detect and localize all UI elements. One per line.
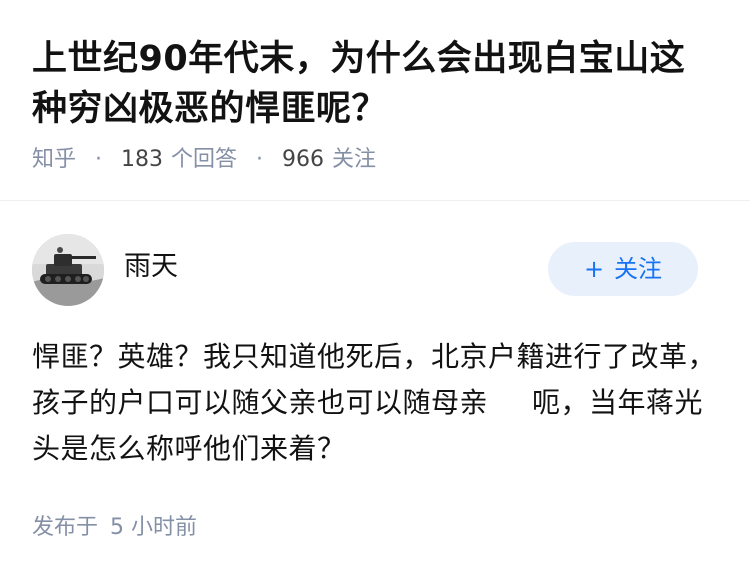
question-meta: 知乎 · 183 个回答 · 966 关注 [32, 144, 376, 176]
follow-count: 966 [282, 147, 325, 172]
publish-time-value: 5 小时前 [110, 515, 198, 540]
author-name[interactable]: 雨天 [124, 248, 178, 286]
follow-button-label: 关注 [614, 255, 663, 283]
publish-time: 发布于 5 小时前 [32, 512, 197, 544]
follow-count-label[interactable]: 关注 [332, 147, 376, 172]
answer-content[interactable]: 悍匪？英雄？我只知道他死后，北京户籍进行了改革，孩子的户口可以随父亲也可以随母亲… [32, 334, 722, 472]
avatar[interactable] [32, 234, 104, 306]
answer-author-row: 雨天 + 关注 [0, 230, 750, 310]
tank-photo-avatar-icon [32, 234, 104, 306]
question-title[interactable]: 上世纪90年代末，为什么会出现白宝山这种穷凶极恶的悍匪呢？ [32, 34, 712, 134]
question-header: 上世纪90年代末，为什么会出现白宝山这种穷凶极恶的悍匪呢？ 知乎 · 183 个回… [0, 0, 750, 201]
publish-label: 发布于 [32, 515, 99, 540]
plus-icon: + [583, 255, 605, 283]
source-label[interactable]: 知乎 [32, 147, 76, 172]
answer-count: 183 [121, 147, 164, 172]
meta-separator: · [256, 147, 264, 172]
answer-count-label[interactable]: 个回答 [171, 147, 237, 172]
follow-button[interactable]: + 关注 [548, 242, 698, 296]
meta-separator: · [95, 147, 103, 172]
